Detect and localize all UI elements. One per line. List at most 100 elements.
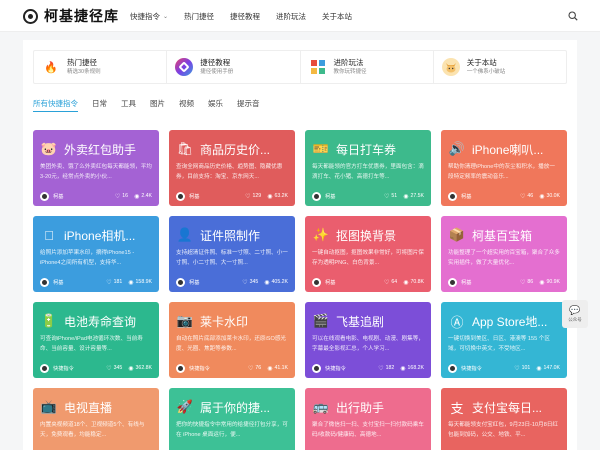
card-author: 柯基 — [325, 279, 336, 286]
shortcut-card[interactable]:  iPhone相机... 给照片添加苹果水印，摘得iPhone15 - iPh… — [33, 216, 159, 292]
ticket-icon: 🎫 — [312, 141, 330, 156]
card-author: 柯基 — [461, 193, 472, 200]
bus-icon: 🚌 — [312, 399, 330, 414]
shortcut-card[interactable]: 支 支付宝每日... 每天都能领支付宝红包，9月23日-10月8日红包能到加码，… — [441, 388, 567, 450]
shortcut-card[interactable]: 🛍 商品历史价... 查询全网商品历史价格、趋势图、隐藏优惠券，目前支持：淘宝、… — [169, 130, 295, 206]
card-footer: 柯基 ♡ 46 ◉ 30.0K — [448, 191, 560, 201]
views-count: 147.0K — [543, 365, 560, 371]
card-header: 支 支付宝每日... — [448, 397, 562, 417]
eye-icon: ◉ — [403, 279, 409, 286]
box-icon: 📦 — [448, 227, 466, 242]
tab-entertainment[interactable]: 娱乐 — [208, 98, 223, 112]
nav-item-about[interactable]: 关于本站 — [322, 11, 352, 22]
avatar — [312, 191, 321, 201]
likes-stat: ♡ 51 — [384, 193, 397, 200]
tab-daily[interactable]: 日常 — [92, 98, 107, 112]
nav-item-label: 进阶玩法 — [276, 11, 307, 21]
card-description: 聚合了微信扫一扫、支付宝扫一扫付款码乘车码/收款码/健康码、高德地... — [312, 422, 424, 438]
tab-images[interactable]: 图片 — [150, 98, 165, 112]
heart-icon: ♡ — [245, 193, 251, 200]
speaker-icon: 🔊 — [448, 141, 466, 156]
likes-stat: ♡ 129 — [245, 193, 261, 200]
card-header: 🎫 每日打车券 — [312, 139, 426, 159]
heart-icon: ♡ — [114, 193, 121, 200]
shortcut-card[interactable]: 🔊 iPhone喇叭... 帮助你清理iPhone中的灰尘和积水，播放一段特定频… — [441, 130, 567, 206]
card-author: 快捷指令 — [325, 365, 346, 372]
card-author: 柯基 — [53, 279, 64, 286]
eye-icon: ◉ — [128, 279, 134, 286]
card-description: 可以在线观看电影、电视剧、动漫、剧集等，字幕最全影视汇总，个人学习... — [312, 336, 424, 352]
heart-icon: ♡ — [384, 193, 390, 200]
tab-ringtones[interactable]: 提示音 — [237, 98, 260, 112]
card-description: 帮助你清理iPhone中的灰尘和积水，播放一段特定频率的震动音乐... — [448, 164, 555, 180]
heart-icon: ♡ — [514, 365, 520, 372]
main-panel: 🔥 热门捷径 精选30条规则 捷径教程 捷径使用手册 进阶玩法 教你玩转捷径 关… — [23, 40, 577, 450]
card-footer: 柯基 ♡ 129 ◉ 63.2K — [176, 191, 288, 201]
card-description: 功能整理了一个超实用的百宝箱，聚合了众多实用插件，做了大量优化... — [448, 250, 560, 266]
likes-count: 46 — [527, 193, 534, 199]
nav-item-popular[interactable]: 热门捷径 — [184, 11, 214, 22]
card-author: 柯基 — [189, 279, 200, 286]
nav-item-tutorials[interactable]: 捷径教程 — [230, 11, 260, 22]
views-stat: ◉ 30.0K — [539, 193, 560, 200]
tab-video[interactable]: 视频 — [179, 98, 194, 112]
card-footer: 柯基 ♡ 86 ◉ 90.9K — [448, 277, 560, 287]
shortcut-card[interactable]: 🚌 出行助手 聚合了微信扫一扫、支付宝扫一扫付款码乘车码/收款码/健康码、高德地… — [305, 388, 431, 450]
views-count: 63.2K — [274, 193, 288, 199]
views-count: 158.9K — [135, 279, 152, 285]
shortcut-card[interactable]: 📺 电视直播 内置央视频道18个、卫视频道5个、有线与天，免费观看，均能稳定..… — [33, 388, 159, 450]
shortcut-card[interactable]: 🐷 外卖红包助手 美团外卖、饿了么外卖红包每天都能领，平均3-20元，经常点外卖… — [33, 130, 159, 206]
search-icon[interactable] — [568, 11, 578, 21]
shortcut-card[interactable]: 📷 莱卡水印 自动在照片底部添加莱卡水印，还原iSO感光度、光圈、焦距等参数..… — [169, 302, 295, 378]
card-header: 📦 柯基百宝箱 — [448, 225, 562, 245]
card-title: 飞基追剧 — [336, 314, 385, 329]
card-author: 柯基 — [461, 279, 472, 286]
card-header: 👤 证件照制作 — [176, 225, 290, 245]
shortcut-card[interactable]: 🔋 电池寿命查询 可查询iPhone/iPad电池循环次数、当前寿命、当前容量、… — [33, 302, 159, 378]
nav-item-advanced[interactable]: 进阶玩法 — [276, 11, 306, 22]
card-description: 每天都能领支付宝红包，9月23日-10月8日红包能到加码，公交、地铁、平... — [448, 422, 559, 438]
category-cards: 🔥 热门捷径 精选30条规则 捷径教程 捷径使用手册 进阶玩法 教你玩转捷径 关… — [33, 50, 567, 84]
category-card-advanced[interactable]: 进阶玩法 教你玩转捷径 — [301, 51, 434, 83]
category-card-tutorials[interactable]: 捷径教程 捷径使用手册 — [167, 51, 301, 83]
shortcut-card[interactable]: ✨ 抠图换背景 一键自动抠图，抠图效果非常好，可将图片保存为透明PNG、白色背景… — [305, 216, 431, 292]
eye-icon: ◉ — [264, 279, 270, 286]
category-card-popular[interactable]: 🔥 热门捷径 精选30条规则 — [34, 51, 168, 83]
alipay-icon: 支 — [450, 400, 464, 416]
eye-icon: ◉ — [267, 193, 273, 200]
category-card-about[interactable]: 关于本站 一个佛系小破站 — [434, 51, 566, 83]
wand-icon: ✨ — [312, 227, 330, 242]
shortcut-card[interactable]: 👤 证件照制作 支持超清证件照、标准一寸照、二寸照、小一寸照、小二寸照、大一寸照… — [169, 216, 295, 292]
main-nav: 快捷指令 ⌄ 热门捷径 捷径教程 进阶玩法 关于本站 — [130, 0, 368, 32]
likes-stat: ♡ 181 — [106, 279, 122, 286]
tab-tools[interactable]: 工具 — [121, 98, 136, 112]
card-title: iPhone相机... — [64, 228, 136, 243]
site-logo[interactable]: 柯基捷径库 — [23, 7, 119, 25]
card-header: 🔋 电池寿命查询 — [40, 311, 154, 331]
avatar — [448, 277, 457, 287]
views-count: 2.4K — [141, 193, 152, 199]
battery-icon: 🔋 — [40, 313, 58, 328]
shop-icon: 🛍 — [176, 141, 194, 156]
shortcut-card[interactable]: Ⓐ App Store地... 一键切换到美区、日区、港澳等 155 个区域，可… — [441, 302, 567, 378]
card-header: Ⓐ App Store地... — [448, 311, 562, 331]
likes-count: 345 — [249, 279, 259, 285]
shortcut-card[interactable]: 🎫 每日打车券 每天都能领的官方打车优惠券，里面包含：滴滴打车、花小猪、高德打车… — [305, 130, 431, 206]
nav-item-shortcuts[interactable]: 快捷指令 ⌄ — [130, 11, 168, 22]
tab-all[interactable]: 所有快捷指令 — [33, 98, 78, 112]
film-icon: 🎬 — [312, 313, 330, 328]
shortcut-card[interactable]: 📦 柯基百宝箱 功能整理了一个超实用的百宝箱，聚合了众多实用插件，做了大量优化.… — [441, 216, 567, 292]
card-footer: 快捷指令 ♡ 76 ◉ 41.1K — [176, 363, 288, 373]
wechat-float-button[interactable]: 💬 公众号 — [562, 300, 588, 328]
shortcut-card[interactable]: 🎬 飞基追剧 可以在线观看电影、电视剧、动漫、剧集等，字幕最全影视汇总，个人学习… — [305, 302, 431, 378]
views-count: 405.2K — [271, 279, 288, 285]
card-header: 📷 莱卡水印 — [176, 311, 290, 331]
card-author: 柯基 — [53, 193, 64, 200]
heart-icon: ♡ — [248, 365, 254, 372]
card-title: 抠图换背景 — [336, 228, 397, 243]
card-title: App Store地... — [472, 314, 548, 329]
shortcut-card[interactable]: 🚀 属于你的捷... 把你的快捷指令中常用的给捷径打包分享，可在 iPhone … — [169, 388, 295, 450]
likes-stat: ♡ 182 — [378, 365, 394, 372]
card-footer: 柯基 ♡ 16 ◉ 2.4K — [40, 191, 152, 201]
heart-icon: ♡ — [242, 279, 248, 286]
